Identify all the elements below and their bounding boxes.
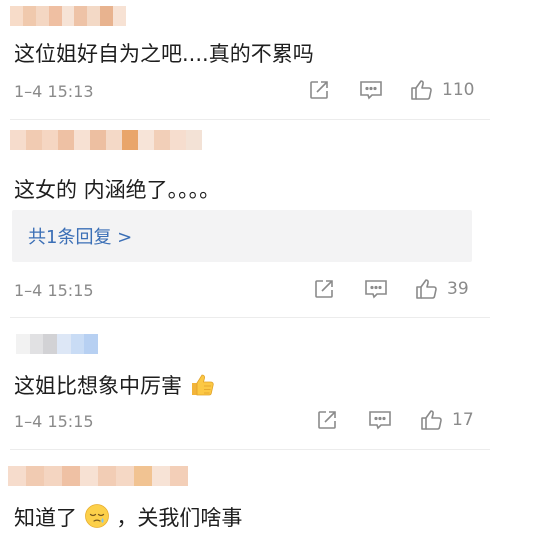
username-mosaic-block — [10, 130, 26, 150]
comment-icon — [360, 81, 382, 100]
comment-text-row: 这姐比想象中厉害 — [14, 370, 215, 400]
comment-button[interactable] — [364, 278, 388, 300]
share-icon — [318, 411, 336, 429]
username-blurred[interactable] — [10, 6, 127, 26]
username-mosaic-block — [8, 466, 26, 486]
like-button[interactable]: 110 — [410, 78, 474, 102]
username-mosaic-block — [57, 334, 71, 354]
username-mosaic-block — [80, 466, 98, 486]
username-mosaic-block — [16, 334, 30, 354]
comment-time: 1–4 15:13 — [14, 82, 94, 101]
username-mosaic-block — [10, 6, 23, 26]
like-count: 17 — [452, 410, 474, 430]
username-mosaic-block — [44, 466, 62, 486]
username-mosaic-block — [100, 6, 114, 26]
username-mosaic-block — [170, 466, 188, 486]
like-count: 110 — [442, 80, 475, 100]
username-blurred[interactable] — [10, 130, 202, 150]
thumbs-up-icon — [416, 279, 437, 299]
forward-button[interactable] — [313, 278, 335, 300]
username-mosaic-block — [113, 6, 127, 26]
comment-time: 1–4 15:15 — [14, 412, 94, 431]
view-replies-link[interactable]: 共1条回复 > — [28, 223, 132, 249]
like-count: 39 — [447, 279, 469, 299]
thumbs-up-icon — [421, 410, 442, 430]
username-mosaic-block — [90, 130, 106, 150]
comment-icon — [369, 411, 391, 430]
username-mosaic-block — [186, 130, 202, 150]
username-mosaic-block — [116, 466, 134, 486]
username-mosaic-block — [26, 130, 42, 150]
comment-text: 这女的 内涵绝了。。。。 — [14, 178, 221, 202]
username-mosaic-block — [62, 466, 80, 486]
username-blurred[interactable] — [16, 334, 99, 354]
username-mosaic-block — [84, 334, 99, 354]
comment-text-part: 知道了 — [14, 506, 77, 530]
username-mosaic-block — [22, 6, 36, 26]
username-mosaic-block — [26, 466, 44, 486]
username-mosaic-block — [74, 6, 88, 26]
forward-button[interactable] — [308, 79, 330, 101]
share-icon — [315, 280, 333, 298]
username-mosaic-block — [154, 130, 170, 150]
username-mosaic-block — [74, 130, 90, 150]
username-mosaic-block — [122, 130, 138, 150]
comment-button[interactable] — [368, 409, 392, 431]
thumbs-up-icon — [411, 80, 432, 100]
username-mosaic-block — [70, 334, 85, 354]
username-mosaic-block — [29, 334, 44, 354]
username-mosaic-block — [58, 130, 74, 150]
username-mosaic-block — [61, 6, 75, 26]
comment-icon — [365, 280, 387, 299]
like-button[interactable]: 39 — [415, 277, 469, 301]
sleepy-face-emoji — [84, 504, 109, 528]
username-mosaic-block — [152, 466, 170, 486]
username-mosaic-block — [106, 130, 122, 150]
username-mosaic-block — [138, 130, 154, 150]
forward-button[interactable] — [316, 409, 338, 431]
username-mosaic-block — [48, 6, 62, 26]
username-mosaic-block — [35, 6, 49, 26]
username-mosaic-block — [87, 6, 101, 26]
username-mosaic-block — [42, 130, 58, 150]
username-mosaic-block — [170, 130, 186, 150]
comment-time: 1–4 15:15 — [14, 281, 94, 300]
comment-text-part: ，关我们啥事 — [116, 506, 243, 530]
username-blurred[interactable] — [8, 466, 188, 486]
share-icon — [310, 81, 328, 99]
reply-summary[interactable]: 共1条回复 > — [12, 210, 472, 262]
username-mosaic-block — [98, 466, 116, 486]
thumbs-up-emoji — [191, 374, 214, 396]
comment-text-row: 知道了 ，关我们啥事 — [14, 502, 242, 532]
comment-item: 这姐比想象中厉害 1–4 15:15 17 — [0, 318, 550, 450]
comment-item: 这女的 内涵绝了。。。。 共1条回复 > 1–4 15:15 39 — [0, 120, 550, 318]
comment-text: 这姐比想象中厉害 — [14, 374, 182, 398]
like-button[interactable]: 17 — [420, 408, 474, 432]
comment-text: 这位姐好自为之吧....真的不累吗 — [14, 42, 314, 66]
username-mosaic-block — [43, 334, 58, 354]
username-mosaic-block — [134, 466, 152, 486]
comment-item: 这位姐好自为之吧....真的不累吗 1–4 15:13 110 — [0, 0, 550, 120]
comment-item: 知道了 ，关我们啥事 — [0, 450, 550, 541]
comment-button[interactable] — [359, 79, 383, 101]
